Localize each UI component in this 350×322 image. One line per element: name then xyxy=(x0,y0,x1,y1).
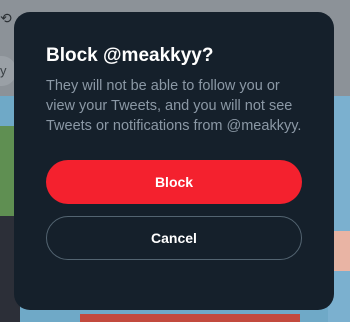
backdrop-search-text: y xyxy=(0,63,7,78)
backdrop-red-strip xyxy=(80,314,300,322)
cancel-button[interactable]: Cancel xyxy=(46,216,302,260)
block-confirmation-dialog: Block @meakkyy? They will not be able to… xyxy=(14,12,334,310)
dialog-description: They will not be able to follow you or v… xyxy=(46,78,302,134)
block-button[interactable]: Block xyxy=(46,160,302,204)
refresh-icon: ⟲ xyxy=(0,10,12,26)
dialog-title: Block @meakkyy? xyxy=(46,45,214,66)
